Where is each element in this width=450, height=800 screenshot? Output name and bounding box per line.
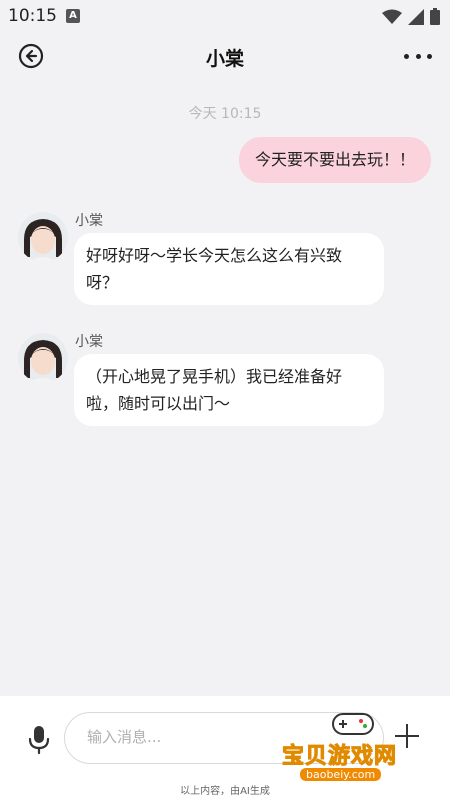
- avatar[interactable]: [18, 212, 68, 262]
- avatar[interactable]: [18, 333, 68, 383]
- status-bar: 10:15 A: [0, 0, 450, 34]
- gamepad-icon: [332, 713, 374, 735]
- sender-name: 小棠: [75, 334, 103, 350]
- watermark: 宝贝游戏网 baobeiy.com: [281, 706, 432, 786]
- my-message-bubble: 今天要不要出去玩！！: [238, 137, 431, 183]
- incoming-message-bubble: 好呀好呀～学长今天怎么这么有兴致呀？: [74, 233, 384, 305]
- watermark-title: 宝贝游戏网: [281, 744, 398, 770]
- notification-icon: A: [66, 9, 80, 23]
- wifi-icon: [382, 9, 402, 24]
- chat-timestamp: 今天 10:15: [188, 106, 262, 122]
- status-icons: [382, 8, 440, 25]
- page-title: 小棠: [205, 48, 244, 70]
- battery-icon: [430, 8, 440, 25]
- status-time: 10:15: [8, 6, 57, 26]
- watermark-url: baobeiy.com: [300, 768, 382, 781]
- incoming-message-bubble: （开心地晃了晃手机）我已经准备好啦，随时可以出门～: [74, 354, 384, 426]
- cell-signal-icon: [408, 8, 424, 25]
- header: 小棠: [0, 34, 450, 80]
- more-icon[interactable]: [404, 44, 432, 68]
- microphone-icon[interactable]: [27, 725, 51, 755]
- sender-name: 小棠: [75, 213, 103, 229]
